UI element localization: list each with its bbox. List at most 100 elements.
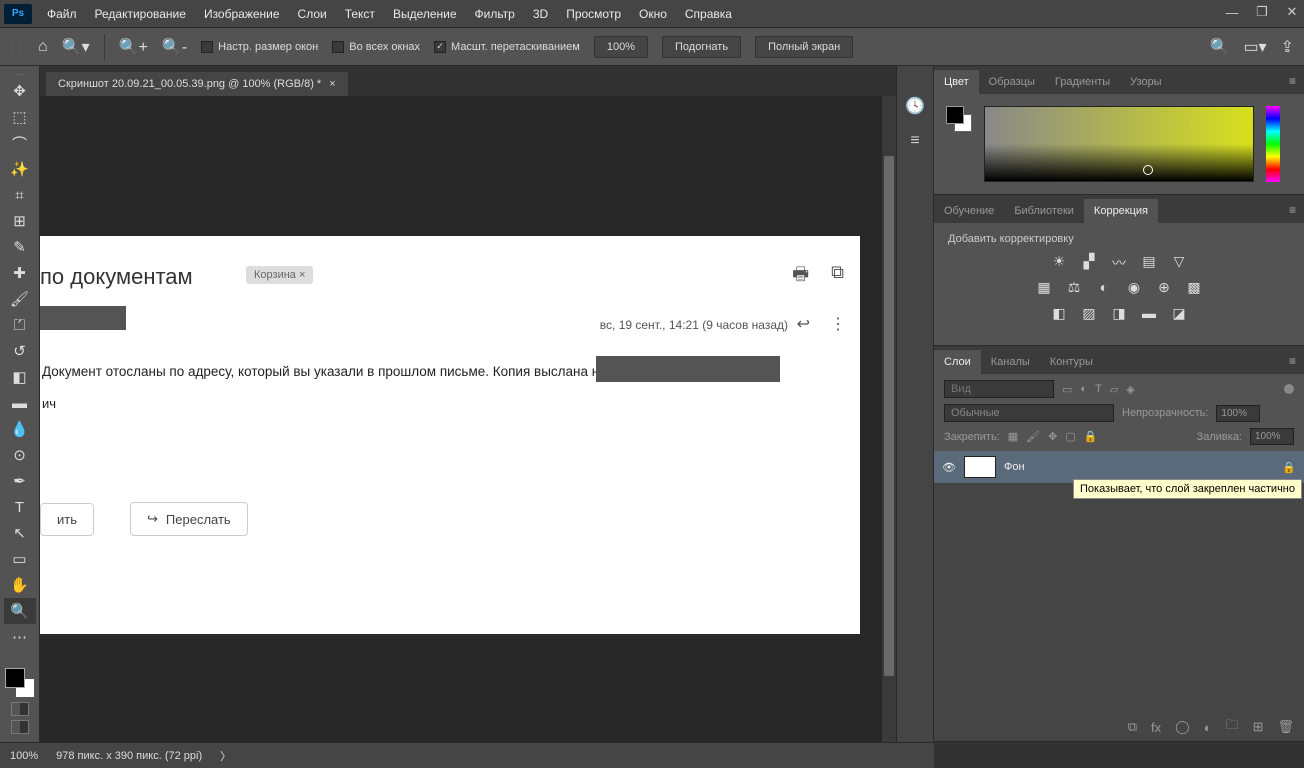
- color-picker-ring[interactable]: [1143, 165, 1153, 175]
- fullscreen-button[interactable]: Полный экран: [755, 36, 853, 58]
- tab-adjustments[interactable]: Коррекция: [1084, 199, 1158, 223]
- tab-channels[interactable]: Каналы: [981, 350, 1040, 374]
- history-panel-icon[interactable]: 🕓: [905, 96, 925, 116]
- pen-tool[interactable]: ✒: [4, 468, 36, 494]
- lasso-tool[interactable]: ⌒: [4, 130, 36, 156]
- gradient-tool[interactable]: ▬: [4, 390, 36, 416]
- marquee-tool[interactable]: ⬚: [4, 104, 36, 130]
- menu-image[interactable]: Изображение: [195, 0, 289, 28]
- fg-bg-color[interactable]: [5, 668, 35, 698]
- new-layer-icon[interactable]: ⊞: [1253, 719, 1264, 735]
- tab-patterns[interactable]: Узоры: [1120, 70, 1171, 94]
- canvas-viewport[interactable]: по документам Корзина 🖶 ⧉ вс, 19 сент., …: [40, 96, 896, 742]
- blend-mode-select[interactable]: Обычные: [944, 404, 1114, 422]
- filter-toggle[interactable]: [1284, 384, 1294, 394]
- panel-menu-icon[interactable]: ≡: [1281, 348, 1304, 374]
- posterize-icon[interactable]: ▨: [1079, 305, 1099, 323]
- window-restore-icon[interactable]: ❐: [1254, 4, 1270, 20]
- photo-filter-icon[interactable]: ◉: [1124, 279, 1144, 297]
- zoom-out-icon[interactable]: 🔍-: [162, 37, 187, 57]
- exposure-icon[interactable]: ▤: [1139, 253, 1159, 271]
- checkbox-all-windows[interactable]: Во всех окнах: [332, 41, 420, 53]
- healing-tool[interactable]: ✚: [4, 260, 36, 286]
- path-tool[interactable]: ↖: [4, 520, 36, 546]
- tab-paths[interactable]: Контуры: [1040, 350, 1103, 374]
- history-brush-tool[interactable]: ↺: [4, 338, 36, 364]
- menu-edit[interactable]: Редактирование: [86, 0, 195, 28]
- menu-text[interactable]: Текст: [336, 0, 384, 28]
- wand-tool[interactable]: ✨: [4, 156, 36, 182]
- menu-file[interactable]: Файл: [38, 0, 86, 28]
- filter-type-icon[interactable]: T: [1095, 383, 1102, 395]
- layer-row[interactable]: 👁 Фон 🔒 Показывает, что слой закреплен ч…: [934, 451, 1304, 483]
- hue-slider[interactable]: [1266, 106, 1280, 182]
- group-icon[interactable]: 🗀: [1226, 716, 1239, 738]
- dodge-tool[interactable]: ⊙: [4, 442, 36, 468]
- stamp-tool[interactable]: ⏍: [4, 312, 36, 338]
- fg-bg-swatch[interactable]: [946, 106, 972, 132]
- shape-tool[interactable]: ▭: [4, 546, 36, 572]
- menu-3d[interactable]: 3D: [524, 0, 557, 28]
- grip-icon[interactable]: ⋮⋮: [8, 42, 24, 51]
- document-tab[interactable]: Скриншот 20.09.21_00.05.39.png @ 100% (R…: [46, 72, 348, 96]
- grip-icon[interactable]: ⋯: [16, 70, 24, 78]
- menu-view[interactable]: Просмотр: [557, 0, 630, 28]
- zoom-tool[interactable]: 🔍: [4, 598, 36, 624]
- selective-icon[interactable]: ◪: [1169, 305, 1189, 323]
- eyedropper-tool[interactable]: ✎: [4, 234, 36, 260]
- more-tools[interactable]: ⋯: [4, 624, 36, 650]
- fill-input[interactable]: 100%: [1250, 428, 1294, 445]
- menu-window[interactable]: Окно: [630, 0, 676, 28]
- brush-tool[interactable]: 🖌: [4, 286, 36, 312]
- tab-swatches[interactable]: Образцы: [979, 70, 1045, 94]
- screen-mode-icon[interactable]: [11, 720, 29, 734]
- status-dimensions[interactable]: 978 пикс. x 390 пикс. (72 ppi): [56, 750, 202, 762]
- brightness-icon[interactable]: ☀: [1049, 253, 1069, 271]
- frame-tool[interactable]: ⊞: [4, 208, 36, 234]
- gradient-map-icon[interactable]: ▬: [1139, 305, 1159, 323]
- opacity-input[interactable]: 100%: [1216, 405, 1260, 422]
- vibrance-icon[interactable]: ▽: [1169, 253, 1189, 271]
- layer-thumbnail[interactable]: [964, 456, 996, 478]
- menu-help[interactable]: Справка: [676, 0, 741, 28]
- eraser-tool[interactable]: ◧: [4, 364, 36, 390]
- lock-icon[interactable]: 🔒: [1282, 461, 1296, 474]
- move-tool[interactable]: ✥: [4, 78, 36, 104]
- mixer-icon[interactable]: ⊕: [1154, 279, 1174, 297]
- window-close-icon[interactable]: ✕: [1284, 4, 1300, 20]
- tab-layers[interactable]: Слои: [934, 350, 981, 374]
- home-icon[interactable]: ⌂: [38, 38, 48, 56]
- fit-button[interactable]: Подогнать: [662, 36, 741, 58]
- panel-menu-icon[interactable]: ≡: [1281, 68, 1304, 94]
- menu-filter[interactable]: Фильтр: [466, 0, 524, 28]
- menu-layers[interactable]: Слои: [289, 0, 336, 28]
- menu-select[interactable]: Выделение: [384, 0, 466, 28]
- lock-pixels-icon[interactable]: ▦: [1008, 430, 1018, 443]
- bw-icon[interactable]: ◐: [1094, 279, 1114, 297]
- blur-tool[interactable]: 💧: [4, 416, 36, 442]
- curves-icon[interactable]: 〰: [1109, 253, 1129, 271]
- filter-image-icon[interactable]: ▭: [1062, 383, 1072, 396]
- window-minimize-icon[interactable]: —: [1224, 5, 1240, 20]
- zoom-tool-icon[interactable]: 🔍▾: [62, 37, 90, 57]
- lock-position-icon[interactable]: ✥: [1048, 430, 1057, 443]
- hue-icon[interactable]: ▦: [1034, 279, 1054, 297]
- visibility-icon[interactable]: 👁: [942, 461, 956, 474]
- lock-all-icon[interactable]: 🔒: [1084, 430, 1098, 443]
- quick-mask-icon[interactable]: [11, 702, 29, 716]
- checkbox-scrubby-zoom[interactable]: ✓Масшт. перетаскиванием: [434, 41, 580, 53]
- levels-icon[interactable]: ▞: [1079, 253, 1099, 271]
- status-zoom[interactable]: 100%: [10, 750, 38, 762]
- tab-learn[interactable]: Обучение: [934, 199, 1004, 223]
- workspace-icon[interactable]: ▭▾: [1243, 37, 1266, 57]
- panel-menu-icon[interactable]: ≡: [1281, 197, 1304, 223]
- vertical-scrollbar[interactable]: [882, 96, 896, 742]
- invert-icon[interactable]: ◧: [1049, 305, 1069, 323]
- scrollbar-thumb[interactable]: [884, 156, 894, 676]
- checkbox-resize-windows[interactable]: Настр. размер окон: [201, 41, 318, 53]
- lock-artboard-icon[interactable]: ▢: [1065, 430, 1075, 443]
- filter-adjust-icon[interactable]: ◐: [1080, 383, 1087, 395]
- fx-icon[interactable]: fx: [1151, 720, 1161, 735]
- filter-shape-icon[interactable]: ▱: [1110, 383, 1118, 396]
- share-icon[interactable]: ⇪: [1281, 37, 1294, 57]
